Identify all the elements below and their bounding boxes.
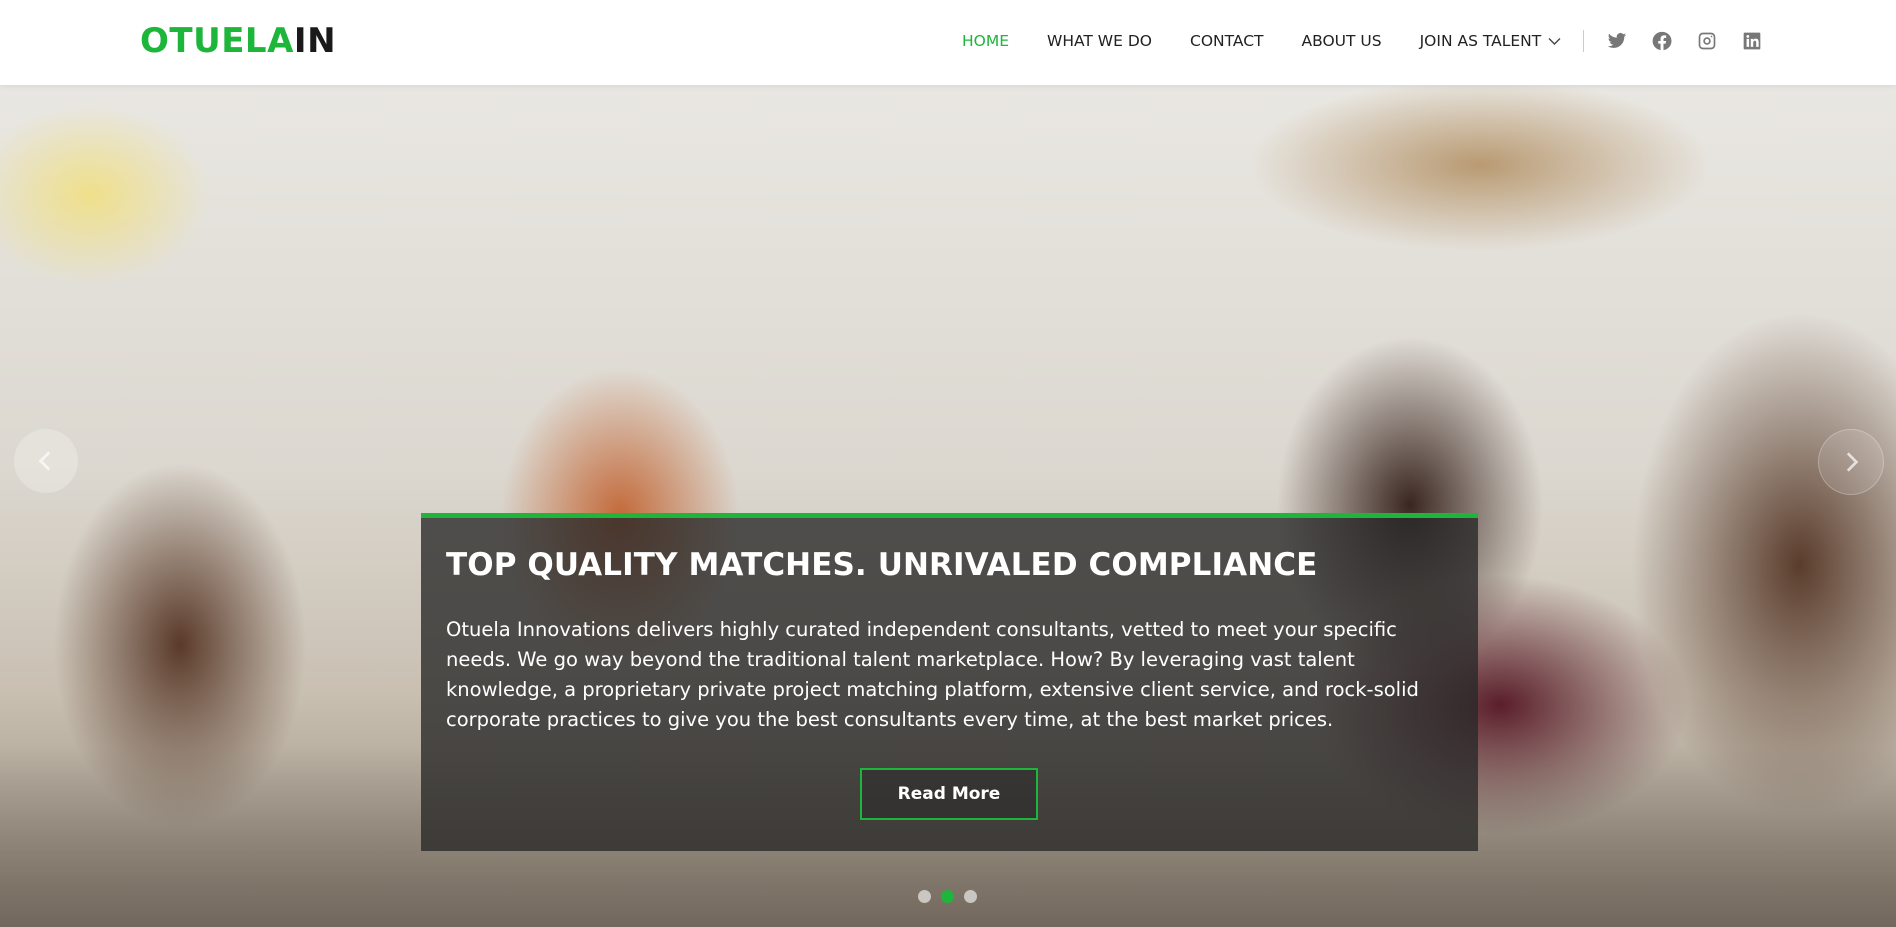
- hero-caption-box: TOP QUALITY MATCHES. UNRIVALED COMPLIANC…: [421, 513, 1478, 851]
- site-header: OTUELAIN HOME WHAT WE DO CONTACT ABOUT U…: [0, 0, 1896, 85]
- nav-what-we-do[interactable]: WHAT WE DO: [1047, 32, 1152, 50]
- twitter-icon[interactable]: [1606, 30, 1628, 52]
- linkedin-icon[interactable]: [1741, 30, 1763, 52]
- slider-dots: [918, 890, 987, 903]
- slider-prev-button[interactable]: [14, 429, 78, 493]
- nav-about-us[interactable]: ABOUT US: [1302, 32, 1382, 50]
- hero-slider: TOP QUALITY MATCHES. UNRIVALED COMPLIANC…: [0, 85, 1896, 927]
- slider-dot-2[interactable]: [941, 890, 954, 903]
- nav-contact[interactable]: CONTACT: [1190, 32, 1264, 50]
- nav-join-as-talent-label: JOIN AS TALENT: [1419, 32, 1542, 50]
- nav-divider: [1583, 30, 1585, 52]
- main-nav: HOME WHAT WE DO CONTACT ABOUT US JOIN AS…: [962, 0, 1786, 82]
- hero-title: TOP QUALITY MATCHES. UNRIVALED COMPLIANC…: [446, 547, 1318, 583]
- slider-dot-3[interactable]: [964, 890, 977, 903]
- chevron-down-icon: [1548, 32, 1561, 50]
- social-links: [1606, 30, 1786, 52]
- nav-join-as-talent[interactable]: JOIN AS TALENT: [1420, 32, 1562, 50]
- chevron-left-icon: [38, 451, 51, 471]
- hero-description: Otuela Innovations delivers highly curat…: [446, 618, 1419, 731]
- nav-home[interactable]: HOME: [962, 32, 1009, 50]
- slider-dot-1[interactable]: [918, 890, 931, 903]
- instagram-icon[interactable]: [1696, 30, 1718, 52]
- read-more-button[interactable]: Read More: [860, 768, 1038, 820]
- logo-part-1: OTUELA: [140, 21, 294, 61]
- logo[interactable]: OTUELAIN: [140, 19, 336, 63]
- facebook-icon[interactable]: [1651, 30, 1673, 52]
- chevron-right-icon: [1846, 452, 1859, 472]
- slider-next-button[interactable]: [1818, 429, 1884, 495]
- logo-part-2: IN: [293, 21, 337, 61]
